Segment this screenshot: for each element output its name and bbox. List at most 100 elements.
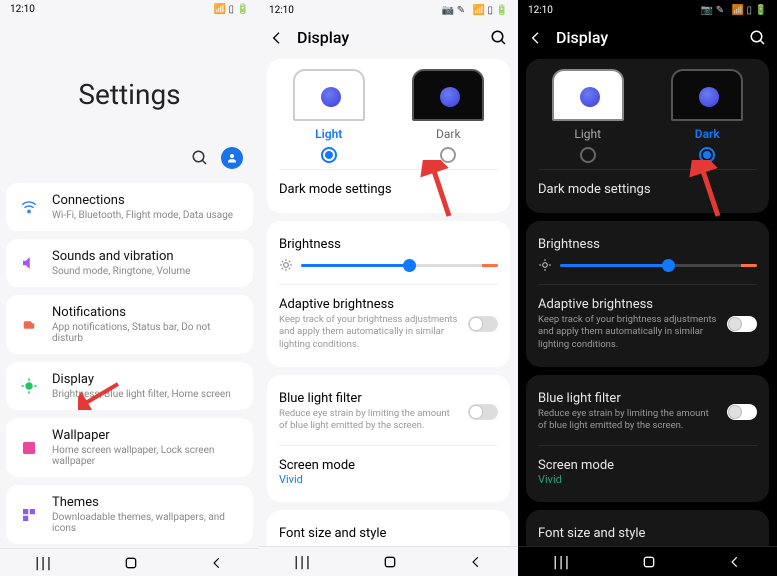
dark-label: Dark: [436, 127, 461, 141]
theme-option-dark[interactable]: Dark: [399, 69, 499, 163]
filter-panel: Blue light filterReduce eye strain by li…: [267, 375, 510, 502]
phone-display-dark: 12:10 📷 ✎ 📶 ▯ 🔋 Display Light Dark: [518, 0, 777, 576]
search-icon[interactable]: [191, 149, 209, 167]
search-icon[interactable]: [749, 29, 767, 47]
theme-option-dark[interactable]: Dark: [658, 69, 758, 163]
account-avatar[interactable]: [221, 147, 243, 169]
phone-settings-list: 12:10 📶 ▯ 🔋 Settings Connections Wi-Fi, B…: [0, 0, 259, 576]
recent-apps-icon[interactable]: |||: [553, 552, 571, 571]
light-preview-icon: [552, 69, 624, 121]
nav-bar: |||: [259, 546, 518, 576]
back-nav-icon[interactable]: [469, 555, 483, 569]
item-sub: Home screen wallpaper, Lock screen wallp…: [52, 445, 241, 467]
brightness-slider[interactable]: [279, 258, 498, 272]
notification-icon: [18, 316, 40, 334]
app-bar: Display: [518, 20, 777, 55]
display-icon: [18, 377, 40, 395]
recent-apps-icon[interactable]: |||: [35, 553, 53, 572]
sun-icon: [538, 258, 552, 272]
adaptive-brightness-row[interactable]: Adaptive brightnessKeep track of your br…: [279, 291, 498, 357]
light-radio[interactable]: [580, 147, 596, 163]
status-icons: 📶 ▯ 🔋: [214, 4, 249, 15]
app-title: Display: [297, 28, 478, 47]
theme-panel: Light Dark Dark mode settings: [526, 59, 769, 213]
page-title: Settings: [0, 18, 259, 141]
themes-icon: [18, 506, 40, 524]
theme-option-light[interactable]: Light: [538, 69, 638, 163]
status-icons: 📷 ✎ 📶 ▯ 🔋: [701, 5, 767, 16]
status-bar: 12:10 📷 ✎ 📶 ▯ 🔋: [259, 0, 518, 20]
adaptive-toggle[interactable]: [727, 316, 757, 332]
filter-panel: Blue light filterReduce eye strain by li…: [526, 375, 769, 502]
light-preview-icon: [293, 69, 365, 121]
dark-label: Dark: [695, 127, 720, 141]
bluelight-toggle[interactable]: [727, 404, 757, 420]
theme-option-light[interactable]: Light: [279, 69, 379, 163]
brightness-slider[interactable]: [538, 258, 757, 272]
item-sub: Sound mode, Ringtone, Volume: [52, 266, 241, 277]
search-icon[interactable]: [490, 29, 508, 47]
sun-icon: [279, 258, 293, 272]
screen-mode-row[interactable]: Screen mode Vivid: [538, 452, 757, 492]
back-icon[interactable]: [269, 30, 285, 46]
settings-item-wallpaper[interactable]: Wallpaper Home screen wallpaper, Lock scr…: [6, 418, 253, 477]
back-nav-icon[interactable]: [728, 555, 742, 569]
dark-mode-settings-row[interactable]: Dark mode settings: [538, 176, 757, 203]
phone-display-light: 12:10 📷 ✎ 📶 ▯ 🔋 Display Light Dark: [259, 0, 518, 576]
item-title: Notifications: [52, 305, 241, 320]
status-bar: 12:10 📶 ▯ 🔋: [0, 0, 259, 18]
item-sub: Brightness, Blue light filter, Home scre…: [52, 389, 241, 400]
status-time: 12:10: [269, 5, 294, 16]
brightness-panel: Brightness Adaptive brightnessKeep track…: [526, 221, 769, 367]
brightness-label: Brightness: [538, 237, 757, 252]
settings-item-notifications[interactable]: Notifications App notifications, Status b…: [6, 295, 253, 354]
home-icon[interactable]: [123, 555, 139, 571]
status-bar: 12:10 📷 ✎ 📶 ▯ 🔋: [518, 0, 777, 20]
back-icon[interactable]: [528, 30, 544, 46]
nav-bar: |||: [518, 546, 777, 576]
item-title: Themes: [52, 495, 241, 510]
app-title: Display: [556, 28, 737, 47]
adaptive-brightness-row[interactable]: Adaptive brightnessKeep track of your br…: [538, 291, 757, 357]
dark-preview-icon: [412, 69, 484, 121]
blue-light-row[interactable]: Blue light filterReduce eye strain by li…: [279, 385, 498, 439]
item-title: Connections: [52, 193, 241, 208]
item-title: Sounds and vibration: [52, 249, 241, 264]
item-title: Display: [52, 372, 241, 387]
recent-apps-icon[interactable]: |||: [294, 552, 312, 571]
font-panel[interactable]: Font size and style: [267, 510, 510, 546]
screen-mode-value: Vivid: [279, 473, 498, 486]
home-icon[interactable]: [382, 554, 398, 570]
sound-icon: [18, 254, 40, 272]
item-sub: Downloadable themes, wallpapers, and ico…: [52, 512, 241, 534]
dark-mode-settings-row[interactable]: Dark mode settings: [279, 176, 498, 203]
settings-item-display[interactable]: Display Brightness, Blue light filter, Ho…: [6, 362, 253, 410]
status-time: 12:10: [528, 5, 553, 16]
brightness-label: Brightness: [279, 237, 498, 252]
wallpaper-icon: [18, 439, 40, 457]
item-title: Wallpaper: [52, 428, 241, 443]
brightness-panel: Brightness Adaptive brightnessKeep track…: [267, 221, 510, 367]
light-label: Light: [574, 127, 601, 141]
dark-radio[interactable]: [440, 147, 456, 163]
light-radio[interactable]: [321, 147, 337, 163]
item-sub: Wi-Fi, Bluetooth, Flight mode, Data usag…: [52, 210, 241, 221]
light-label: Light: [315, 127, 342, 141]
blue-light-row[interactable]: Blue light filterReduce eye strain by li…: [538, 385, 757, 439]
adaptive-toggle[interactable]: [468, 316, 498, 332]
home-icon[interactable]: [641, 554, 657, 570]
back-icon[interactable]: [210, 556, 224, 570]
screen-mode-row[interactable]: Screen mode Vivid: [279, 452, 498, 492]
nav-bar: |||: [0, 548, 259, 576]
dark-preview-icon: [671, 69, 743, 121]
screen-mode-value: Vivid: [538, 473, 757, 486]
font-panel[interactable]: Font size and style: [526, 510, 769, 546]
settings-item-connections[interactable]: Connections Wi-Fi, Bluetooth, Flight mode…: [6, 183, 253, 231]
settings-item-themes[interactable]: Themes Downloadable themes, wallpapers, a…: [6, 485, 253, 544]
dark-radio[interactable]: [699, 147, 715, 163]
settings-item-sounds[interactable]: Sounds and vibration Sound mode, Ringtone…: [6, 239, 253, 287]
theme-panel: Light Dark Dark mode settings: [267, 59, 510, 213]
item-sub: App notifications, Status bar, Do not di…: [52, 322, 241, 344]
status-icons: 📷 ✎ 📶 ▯ 🔋: [442, 5, 508, 16]
bluelight-toggle[interactable]: [468, 404, 498, 420]
